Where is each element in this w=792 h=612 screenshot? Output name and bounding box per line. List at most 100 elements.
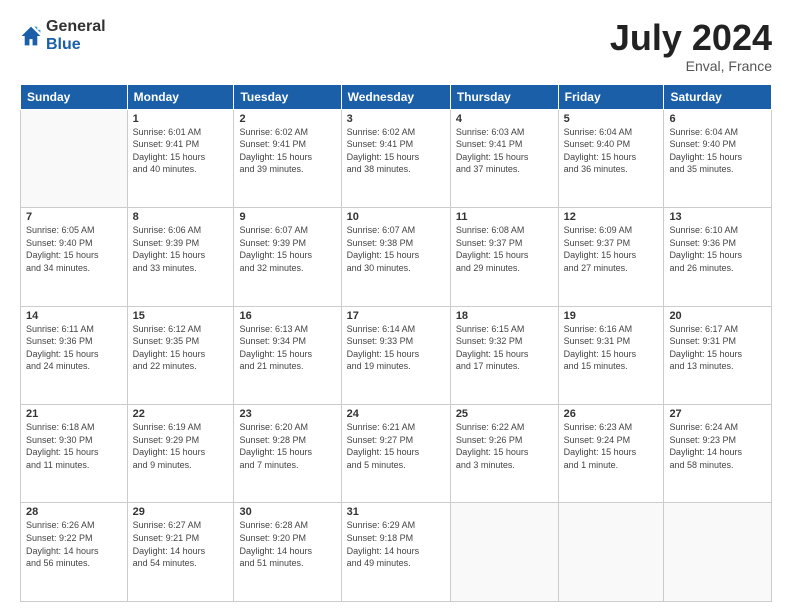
day-number: 3 xyxy=(347,113,445,125)
calendar-cell xyxy=(21,109,128,207)
logo: General Blue xyxy=(20,18,106,53)
calendar-cell: 17Sunrise: 6:14 AMSunset: 9:33 PMDayligh… xyxy=(341,306,450,404)
calendar-cell: 5Sunrise: 6:04 AMSunset: 9:40 PMDaylight… xyxy=(558,109,664,207)
day-number: 24 xyxy=(347,408,445,420)
calendar-cell: 2Sunrise: 6:02 AMSunset: 9:41 PMDaylight… xyxy=(234,109,341,207)
logo-general: General xyxy=(46,18,106,36)
calendar-cell: 12Sunrise: 6:09 AMSunset: 9:37 PMDayligh… xyxy=(558,208,664,306)
day-info: Sunrise: 6:09 AMSunset: 9:37 PMDaylight:… xyxy=(564,224,659,274)
col-header-sunday: Sunday xyxy=(21,84,128,109)
day-number: 26 xyxy=(564,408,659,420)
day-info: Sunrise: 6:04 AMSunset: 9:40 PMDaylight:… xyxy=(669,126,766,176)
calendar-cell: 10Sunrise: 6:07 AMSunset: 9:38 PMDayligh… xyxy=(341,208,450,306)
calendar-cell: 24Sunrise: 6:21 AMSunset: 9:27 PMDayligh… xyxy=(341,405,450,503)
day-info: Sunrise: 6:17 AMSunset: 9:31 PMDaylight:… xyxy=(669,323,766,373)
page: General Blue July 2024 Enval, France Sun… xyxy=(0,0,792,612)
day-number: 25 xyxy=(456,408,553,420)
calendar-cell: 31Sunrise: 6:29 AMSunset: 9:18 PMDayligh… xyxy=(341,503,450,602)
day-info: Sunrise: 6:21 AMSunset: 9:27 PMDaylight:… xyxy=(347,421,445,471)
day-info: Sunrise: 6:24 AMSunset: 9:23 PMDaylight:… xyxy=(669,421,766,471)
day-info: Sunrise: 6:26 AMSunset: 9:22 PMDaylight:… xyxy=(26,519,122,569)
day-number: 29 xyxy=(133,506,229,518)
day-number: 15 xyxy=(133,310,229,322)
day-info: Sunrise: 6:14 AMSunset: 9:33 PMDaylight:… xyxy=(347,323,445,373)
day-info: Sunrise: 6:12 AMSunset: 9:35 PMDaylight:… xyxy=(133,323,229,373)
calendar-cell: 18Sunrise: 6:15 AMSunset: 9:32 PMDayligh… xyxy=(450,306,558,404)
calendar-cell: 15Sunrise: 6:12 AMSunset: 9:35 PMDayligh… xyxy=(127,306,234,404)
day-number: 12 xyxy=(564,211,659,223)
day-info: Sunrise: 6:29 AMSunset: 9:18 PMDaylight:… xyxy=(347,519,445,569)
calendar-cell: 26Sunrise: 6:23 AMSunset: 9:24 PMDayligh… xyxy=(558,405,664,503)
calendar-cell xyxy=(450,503,558,602)
day-info: Sunrise: 6:19 AMSunset: 9:29 PMDaylight:… xyxy=(133,421,229,471)
calendar-cell: 27Sunrise: 6:24 AMSunset: 9:23 PMDayligh… xyxy=(664,405,772,503)
calendar-cell: 20Sunrise: 6:17 AMSunset: 9:31 PMDayligh… xyxy=(664,306,772,404)
day-info: Sunrise: 6:18 AMSunset: 9:30 PMDaylight:… xyxy=(26,421,122,471)
day-number: 20 xyxy=(669,310,766,322)
day-number: 9 xyxy=(239,211,335,223)
calendar-cell: 14Sunrise: 6:11 AMSunset: 9:36 PMDayligh… xyxy=(21,306,128,404)
calendar-cell: 19Sunrise: 6:16 AMSunset: 9:31 PMDayligh… xyxy=(558,306,664,404)
day-info: Sunrise: 6:01 AMSunset: 9:41 PMDaylight:… xyxy=(133,126,229,176)
calendar-cell xyxy=(664,503,772,602)
calendar-table: SundayMondayTuesdayWednesdayThursdayFrid… xyxy=(20,84,772,602)
day-number: 10 xyxy=(347,211,445,223)
title-block: July 2024 Enval, France xyxy=(610,18,772,74)
col-header-saturday: Saturday xyxy=(664,84,772,109)
week-row-5: 28Sunrise: 6:26 AMSunset: 9:22 PMDayligh… xyxy=(21,503,772,602)
day-info: Sunrise: 6:15 AMSunset: 9:32 PMDaylight:… xyxy=(456,323,553,373)
day-number: 11 xyxy=(456,211,553,223)
day-number: 7 xyxy=(26,211,122,223)
header-row: SundayMondayTuesdayWednesdayThursdayFrid… xyxy=(21,84,772,109)
day-info: Sunrise: 6:20 AMSunset: 9:28 PMDaylight:… xyxy=(239,421,335,471)
day-number: 28 xyxy=(26,506,122,518)
day-number: 21 xyxy=(26,408,122,420)
day-number: 1 xyxy=(133,113,229,125)
calendar-cell: 16Sunrise: 6:13 AMSunset: 9:34 PMDayligh… xyxy=(234,306,341,404)
day-number: 4 xyxy=(456,113,553,125)
day-number: 14 xyxy=(26,310,122,322)
day-number: 8 xyxy=(133,211,229,223)
day-number: 23 xyxy=(239,408,335,420)
day-number: 16 xyxy=(239,310,335,322)
day-number: 13 xyxy=(669,211,766,223)
day-info: Sunrise: 6:22 AMSunset: 9:26 PMDaylight:… xyxy=(456,421,553,471)
calendar-cell: 23Sunrise: 6:20 AMSunset: 9:28 PMDayligh… xyxy=(234,405,341,503)
calendar-cell xyxy=(558,503,664,602)
day-number: 27 xyxy=(669,408,766,420)
day-number: 19 xyxy=(564,310,659,322)
day-info: Sunrise: 6:08 AMSunset: 9:37 PMDaylight:… xyxy=(456,224,553,274)
week-row-1: 1Sunrise: 6:01 AMSunset: 9:41 PMDaylight… xyxy=(21,109,772,207)
week-row-2: 7Sunrise: 6:05 AMSunset: 9:40 PMDaylight… xyxy=(21,208,772,306)
day-number: 31 xyxy=(347,506,445,518)
day-info: Sunrise: 6:02 AMSunset: 9:41 PMDaylight:… xyxy=(347,126,445,176)
calendar-cell: 25Sunrise: 6:22 AMSunset: 9:26 PMDayligh… xyxy=(450,405,558,503)
day-number: 5 xyxy=(564,113,659,125)
day-info: Sunrise: 6:04 AMSunset: 9:40 PMDaylight:… xyxy=(564,126,659,176)
calendar-cell: 30Sunrise: 6:28 AMSunset: 9:20 PMDayligh… xyxy=(234,503,341,602)
week-row-3: 14Sunrise: 6:11 AMSunset: 9:36 PMDayligh… xyxy=(21,306,772,404)
col-header-thursday: Thursday xyxy=(450,84,558,109)
calendar-cell: 21Sunrise: 6:18 AMSunset: 9:30 PMDayligh… xyxy=(21,405,128,503)
header: General Blue July 2024 Enval, France xyxy=(20,18,772,74)
calendar-cell: 7Sunrise: 6:05 AMSunset: 9:40 PMDaylight… xyxy=(21,208,128,306)
calendar-cell: 29Sunrise: 6:27 AMSunset: 9:21 PMDayligh… xyxy=(127,503,234,602)
day-info: Sunrise: 6:13 AMSunset: 9:34 PMDaylight:… xyxy=(239,323,335,373)
day-info: Sunrise: 6:23 AMSunset: 9:24 PMDaylight:… xyxy=(564,421,659,471)
day-number: 18 xyxy=(456,310,553,322)
day-number: 30 xyxy=(239,506,335,518)
day-info: Sunrise: 6:03 AMSunset: 9:41 PMDaylight:… xyxy=(456,126,553,176)
calendar-cell: 3Sunrise: 6:02 AMSunset: 9:41 PMDaylight… xyxy=(341,109,450,207)
day-number: 17 xyxy=(347,310,445,322)
col-header-monday: Monday xyxy=(127,84,234,109)
calendar-cell: 6Sunrise: 6:04 AMSunset: 9:40 PMDaylight… xyxy=(664,109,772,207)
calendar-cell: 9Sunrise: 6:07 AMSunset: 9:39 PMDaylight… xyxy=(234,208,341,306)
day-info: Sunrise: 6:10 AMSunset: 9:36 PMDaylight:… xyxy=(669,224,766,274)
day-number: 6 xyxy=(669,113,766,125)
calendar-cell: 11Sunrise: 6:08 AMSunset: 9:37 PMDayligh… xyxy=(450,208,558,306)
day-info: Sunrise: 6:05 AMSunset: 9:40 PMDaylight:… xyxy=(26,224,122,274)
day-info: Sunrise: 6:16 AMSunset: 9:31 PMDaylight:… xyxy=(564,323,659,373)
day-info: Sunrise: 6:07 AMSunset: 9:38 PMDaylight:… xyxy=(347,224,445,274)
week-row-4: 21Sunrise: 6:18 AMSunset: 9:30 PMDayligh… xyxy=(21,405,772,503)
calendar-cell: 22Sunrise: 6:19 AMSunset: 9:29 PMDayligh… xyxy=(127,405,234,503)
